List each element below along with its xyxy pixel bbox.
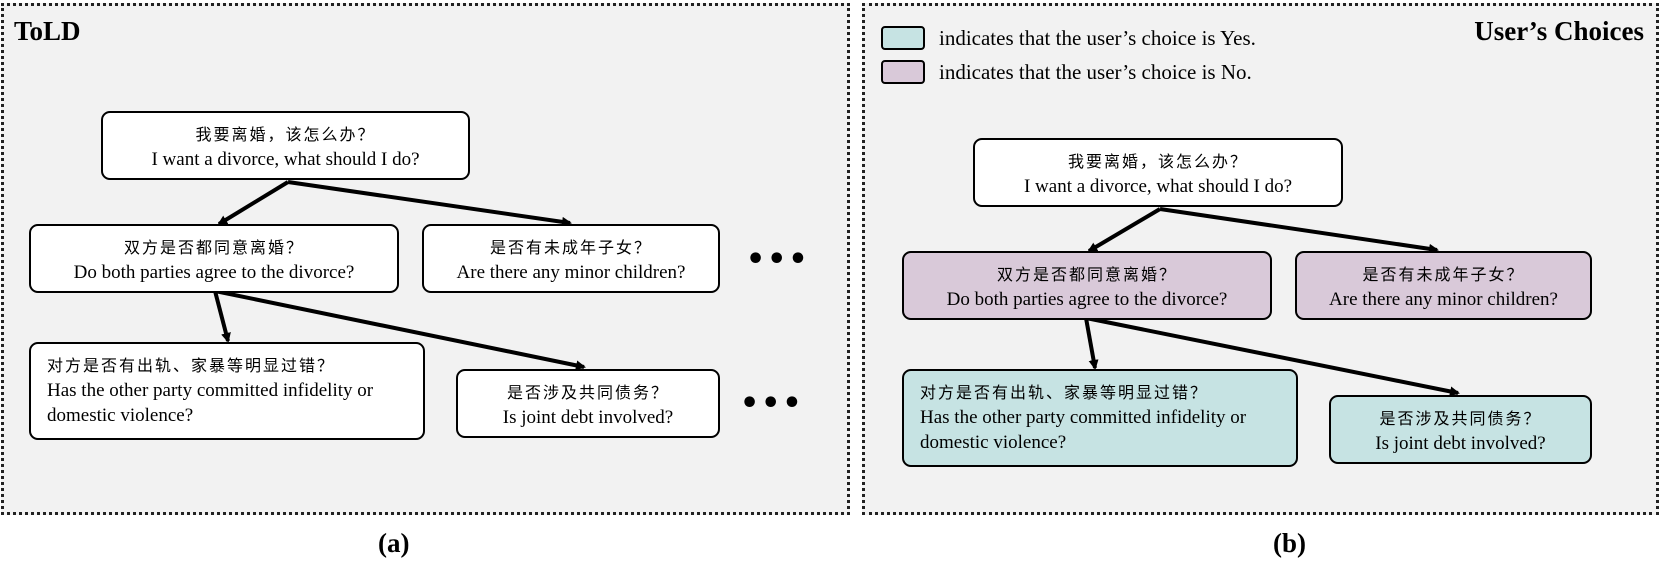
node-en-text: Has the other party committed infidelity… [47,380,374,426]
node-en-text: Is joint debt involved? [502,407,674,428]
caption-a: (a) [378,528,410,558]
node-zh-text: 我要离婚，该怎么办？ [1067,152,1248,171]
node-root: 我要离婚，该怎么办？ I want a divorce, what should… [101,111,470,180]
edge-root-minor [1159,207,1439,254]
node-fault: 对方是否有出轨、家暴等明显过错？ Has the other party com… [29,342,425,440]
edge-root-agree [217,180,290,226]
node-minor: 是否有未成年子女？ Are there any minor children? [422,224,720,293]
node-zh-text: 是否有未成年子女？ [1362,265,1525,284]
node-en-text: I want a divorce, what should I do? [151,149,420,170]
panel-user-choices: User’s Choices indicates that the user’s… [862,3,1659,515]
node-zh-text: 对方是否有出轨、家暴等明显过错？ [920,383,1209,402]
edge-root-minor [287,180,572,227]
edge-agree-fault [213,290,231,343]
edge-root-agree [1087,207,1162,253]
node-en-text: Are there any minor children? [1329,289,1558,310]
node-root: 我要离婚，该怎么办？ I want a divorce, what should… [973,138,1343,207]
node-en-text: Do both parties agree to the divorce? [946,289,1228,310]
caption-b: (b) [1273,528,1306,558]
edge-agree-fault [1084,317,1099,370]
node-fault: 对方是否有出轨、家暴等明显过错？ Has the other party com… [902,369,1298,467]
node-zh-text: 我要离婚，该怎么办？ [195,125,376,144]
node-en-text: Do both parties agree to the divorce? [73,262,355,283]
node-en-text: Are there any minor children? [456,262,686,283]
node-en-text: Has the other party committed infidelity… [920,407,1247,453]
node-debt: 是否涉及共同债务？ Is joint debt involved? [1329,395,1592,464]
node-agree: 双方是否都同意离婚？ Do both parties agree to the … [902,251,1272,320]
node-debt: 是否涉及共同债务？ Is joint debt involved? [456,369,720,438]
node-zh-text: 是否有未成年子女？ [489,238,652,257]
node-zh-text: 双方是否都同意离婚？ [123,238,304,257]
node-zh-text: 是否涉及共同债务？ [1379,409,1542,428]
ellipsis: ••• [746,242,810,277]
ellipsis: ••• [740,386,804,421]
node-en-text: I want a divorce, what should I do? [1023,176,1293,197]
node-zh-text: 是否涉及共同债务？ [506,383,669,402]
node-agree: 双方是否都同意离婚？ Do both parties agree to the … [29,224,399,293]
node-en-text: Is joint debt involved? [1375,433,1546,454]
node-zh-text: 对方是否有出轨、家暴等明显过错？ [47,356,336,375]
node-zh-text: 双方是否都同意离婚？ [996,265,1177,284]
node-minor: 是否有未成年子女？ Are there any minor children? [1295,251,1592,320]
panel-told: ToLD 我要离婚，该怎么办？ I want a divorce, what s… [1,3,850,515]
